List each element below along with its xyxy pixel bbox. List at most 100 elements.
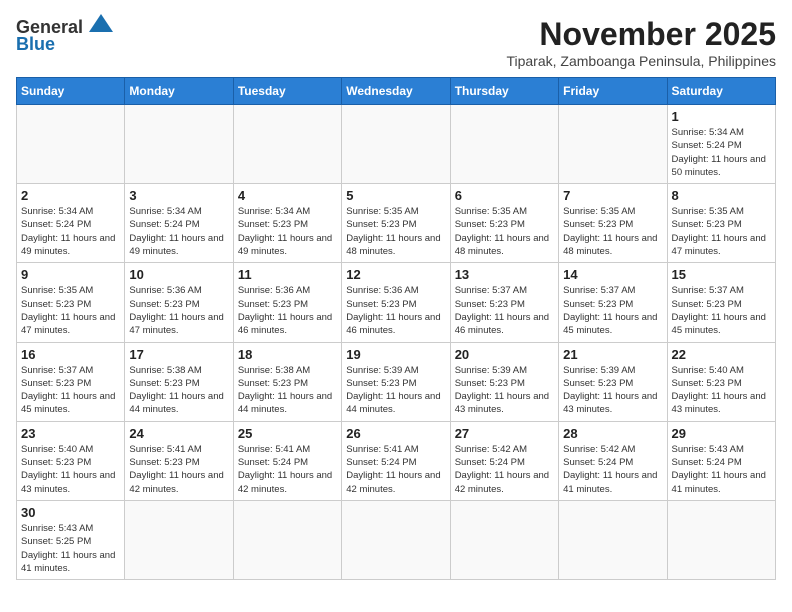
empty-cell (667, 500, 775, 579)
day-info: Sunrise: 5:43 AMSunset: 5:25 PMDaylight:… (21, 522, 120, 575)
day-info: Sunrise: 5:35 AMSunset: 5:23 PMDaylight:… (672, 205, 771, 258)
day-number: 18 (238, 347, 337, 362)
day-cell-20: 20 Sunrise: 5:39 AMSunset: 5:23 PMDaylig… (450, 342, 558, 421)
location-title: Tiparak, Zamboanga Peninsula, Philippine… (506, 53, 776, 69)
empty-cell (450, 105, 558, 184)
header-sunday: Sunday (17, 78, 125, 105)
day-number: 12 (346, 267, 445, 282)
empty-cell (559, 500, 667, 579)
day-info: Sunrise: 5:40 AMSunset: 5:23 PMDaylight:… (672, 364, 771, 417)
day-number: 30 (21, 505, 120, 520)
day-info: Sunrise: 5:34 AMSunset: 5:24 PMDaylight:… (21, 205, 120, 258)
day-info: Sunrise: 5:34 AMSunset: 5:24 PMDaylight:… (129, 205, 228, 258)
empty-cell (125, 105, 233, 184)
day-cell-21: 21 Sunrise: 5:39 AMSunset: 5:23 PMDaylig… (559, 342, 667, 421)
header-wednesday: Wednesday (342, 78, 450, 105)
day-info: Sunrise: 5:37 AMSunset: 5:23 PMDaylight:… (563, 284, 662, 337)
header-tuesday: Tuesday (233, 78, 341, 105)
day-info: Sunrise: 5:43 AMSunset: 5:24 PMDaylight:… (672, 443, 771, 496)
day-number: 7 (563, 188, 662, 203)
day-number: 13 (455, 267, 554, 282)
table-row: 23 Sunrise: 5:40 AMSunset: 5:23 PMDaylig… (17, 421, 776, 500)
day-number: 10 (129, 267, 228, 282)
day-info: Sunrise: 5:39 AMSunset: 5:23 PMDaylight:… (563, 364, 662, 417)
day-info: Sunrise: 5:37 AMSunset: 5:23 PMDaylight:… (455, 284, 554, 337)
day-info: Sunrise: 5:41 AMSunset: 5:24 PMDaylight:… (346, 443, 445, 496)
empty-cell (125, 500, 233, 579)
day-number: 15 (672, 267, 771, 282)
day-number: 27 (455, 426, 554, 441)
day-cell-27: 27 Sunrise: 5:42 AMSunset: 5:24 PMDaylig… (450, 421, 558, 500)
empty-cell (450, 500, 558, 579)
day-number: 4 (238, 188, 337, 203)
day-cell-7: 7 Sunrise: 5:35 AMSunset: 5:23 PMDayligh… (559, 184, 667, 263)
day-cell-1: 1 Sunrise: 5:34 AMSunset: 5:24 PMDayligh… (667, 105, 775, 184)
month-title: November 2025 (506, 16, 776, 53)
day-number: 3 (129, 188, 228, 203)
day-number: 29 (672, 426, 771, 441)
day-info: Sunrise: 5:36 AMSunset: 5:23 PMDaylight:… (238, 284, 337, 337)
day-cell-13: 13 Sunrise: 5:37 AMSunset: 5:23 PMDaylig… (450, 263, 558, 342)
day-info: Sunrise: 5:37 AMSunset: 5:23 PMDaylight:… (21, 364, 120, 417)
day-number: 14 (563, 267, 662, 282)
day-number: 23 (21, 426, 120, 441)
day-number: 24 (129, 426, 228, 441)
day-number: 1 (672, 109, 771, 124)
day-info: Sunrise: 5:35 AMSunset: 5:23 PMDaylight:… (455, 205, 554, 258)
day-number: 5 (346, 188, 445, 203)
day-cell-26: 26 Sunrise: 5:41 AMSunset: 5:24 PMDaylig… (342, 421, 450, 500)
header-thursday: Thursday (450, 78, 558, 105)
day-number: 16 (21, 347, 120, 362)
day-cell-18: 18 Sunrise: 5:38 AMSunset: 5:23 PMDaylig… (233, 342, 341, 421)
day-info: Sunrise: 5:37 AMSunset: 5:23 PMDaylight:… (672, 284, 771, 337)
day-cell-6: 6 Sunrise: 5:35 AMSunset: 5:23 PMDayligh… (450, 184, 558, 263)
day-number: 21 (563, 347, 662, 362)
day-cell-11: 11 Sunrise: 5:36 AMSunset: 5:23 PMDaylig… (233, 263, 341, 342)
day-number: 2 (21, 188, 120, 203)
header-monday: Monday (125, 78, 233, 105)
header-friday: Friday (559, 78, 667, 105)
day-cell-25: 25 Sunrise: 5:41 AMSunset: 5:24 PMDaylig… (233, 421, 341, 500)
day-info: Sunrise: 5:34 AMSunset: 5:23 PMDaylight:… (238, 205, 337, 258)
day-cell-14: 14 Sunrise: 5:37 AMSunset: 5:23 PMDaylig… (559, 263, 667, 342)
day-info: Sunrise: 5:42 AMSunset: 5:24 PMDaylight:… (455, 443, 554, 496)
day-cell-8: 8 Sunrise: 5:35 AMSunset: 5:23 PMDayligh… (667, 184, 775, 263)
day-number: 17 (129, 347, 228, 362)
day-cell-30: 30 Sunrise: 5:43 AMSunset: 5:25 PMDaylig… (17, 500, 125, 579)
page-header: General Blue November 2025 Tiparak, Zamb… (16, 16, 776, 69)
day-number: 11 (238, 267, 337, 282)
empty-cell (342, 105, 450, 184)
day-cell-29: 29 Sunrise: 5:43 AMSunset: 5:24 PMDaylig… (667, 421, 775, 500)
day-info: Sunrise: 5:35 AMSunset: 5:23 PMDaylight:… (346, 205, 445, 258)
empty-cell (559, 105, 667, 184)
day-number: 9 (21, 267, 120, 282)
empty-cell (342, 500, 450, 579)
day-number: 19 (346, 347, 445, 362)
day-info: Sunrise: 5:35 AMSunset: 5:23 PMDaylight:… (21, 284, 120, 337)
day-number: 26 (346, 426, 445, 441)
table-row: 1 Sunrise: 5:34 AMSunset: 5:24 PMDayligh… (17, 105, 776, 184)
day-number: 20 (455, 347, 554, 362)
table-row: 16 Sunrise: 5:37 AMSunset: 5:23 PMDaylig… (17, 342, 776, 421)
day-cell-12: 12 Sunrise: 5:36 AMSunset: 5:23 PMDaylig… (342, 263, 450, 342)
day-cell-4: 4 Sunrise: 5:34 AMSunset: 5:23 PMDayligh… (233, 184, 341, 263)
day-info: Sunrise: 5:35 AMSunset: 5:23 PMDaylight:… (563, 205, 662, 258)
day-number: 22 (672, 347, 771, 362)
day-cell-17: 17 Sunrise: 5:38 AMSunset: 5:23 PMDaylig… (125, 342, 233, 421)
day-info: Sunrise: 5:38 AMSunset: 5:23 PMDaylight:… (129, 364, 228, 417)
logo-blue-text: Blue (16, 35, 55, 55)
table-row: 2 Sunrise: 5:34 AMSunset: 5:24 PMDayligh… (17, 184, 776, 263)
day-info: Sunrise: 5:42 AMSunset: 5:24 PMDaylight:… (563, 443, 662, 496)
day-cell-16: 16 Sunrise: 5:37 AMSunset: 5:23 PMDaylig… (17, 342, 125, 421)
day-cell-22: 22 Sunrise: 5:40 AMSunset: 5:23 PMDaylig… (667, 342, 775, 421)
day-info: Sunrise: 5:36 AMSunset: 5:23 PMDaylight:… (346, 284, 445, 337)
day-cell-28: 28 Sunrise: 5:42 AMSunset: 5:24 PMDaylig… (559, 421, 667, 500)
day-number: 8 (672, 188, 771, 203)
table-row: 9 Sunrise: 5:35 AMSunset: 5:23 PMDayligh… (17, 263, 776, 342)
day-cell-3: 3 Sunrise: 5:34 AMSunset: 5:24 PMDayligh… (125, 184, 233, 263)
weekday-header-row: Sunday Monday Tuesday Wednesday Thursday… (17, 78, 776, 105)
day-cell-23: 23 Sunrise: 5:40 AMSunset: 5:23 PMDaylig… (17, 421, 125, 500)
empty-cell (17, 105, 125, 184)
day-info: Sunrise: 5:41 AMSunset: 5:23 PMDaylight:… (129, 443, 228, 496)
day-info: Sunrise: 5:41 AMSunset: 5:24 PMDaylight:… (238, 443, 337, 496)
